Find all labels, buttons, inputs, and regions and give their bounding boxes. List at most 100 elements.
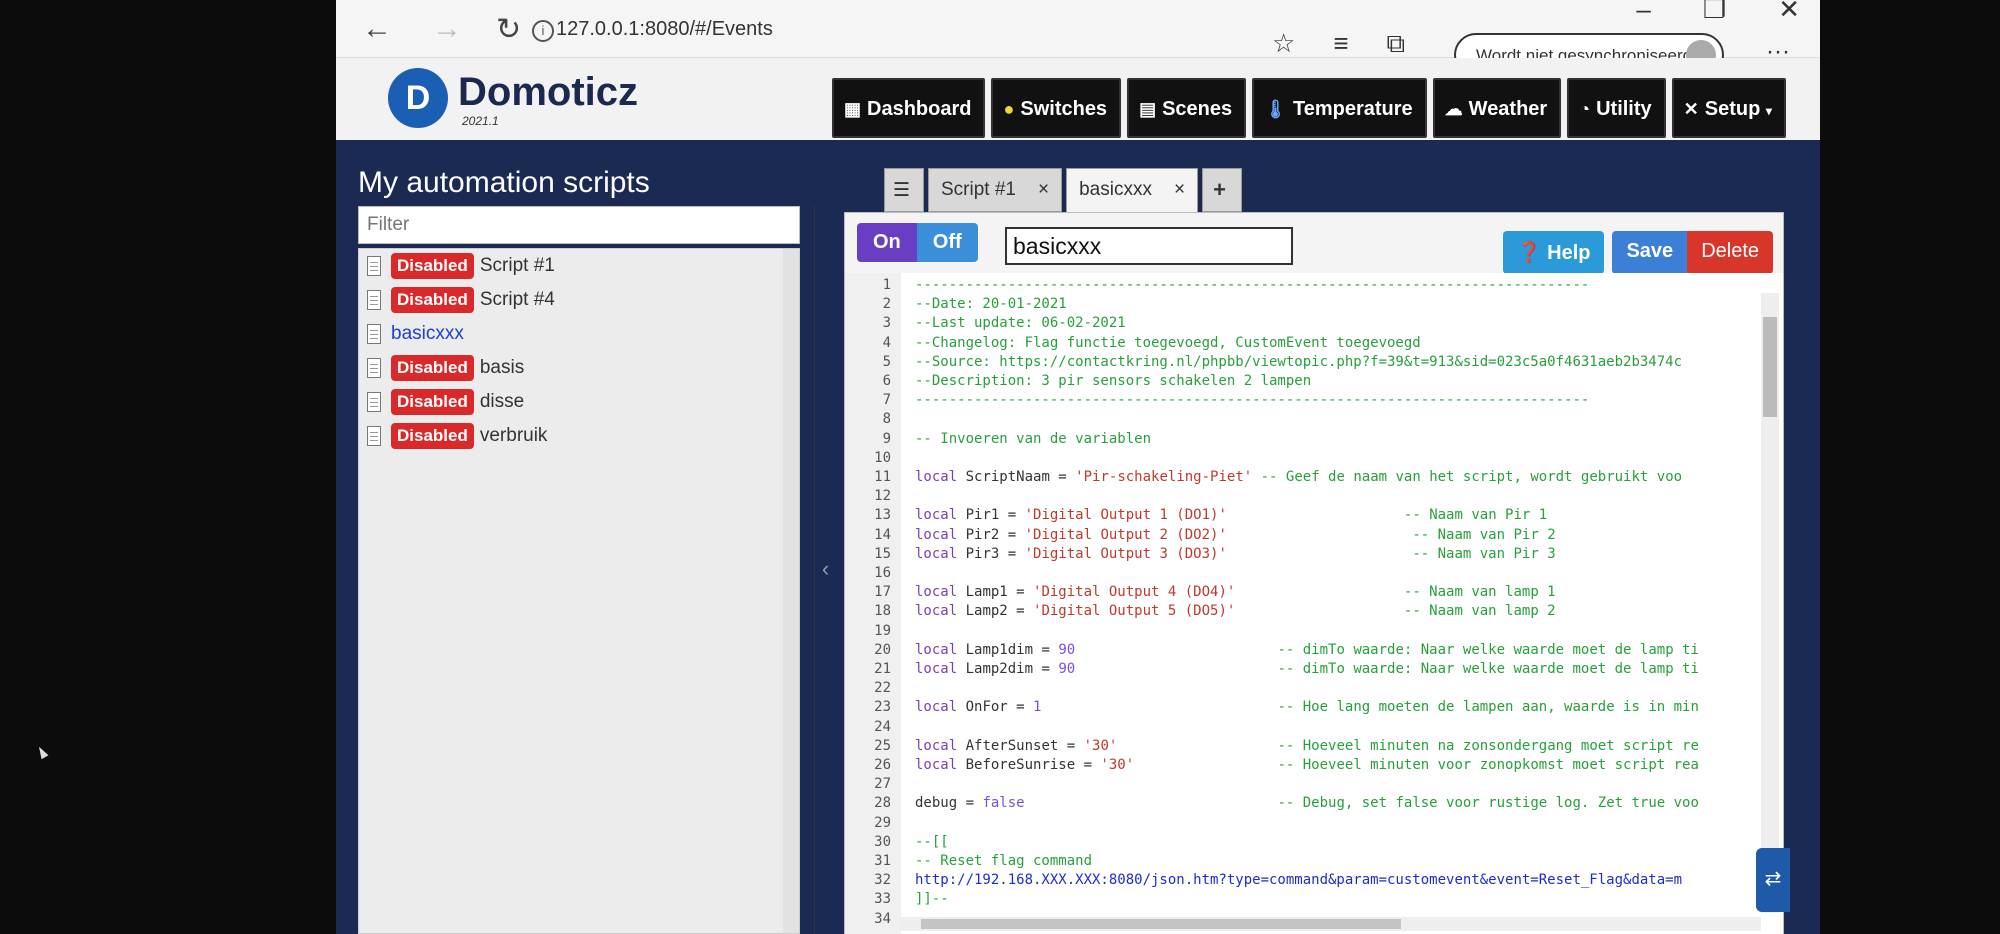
close-icon[interactable]: × <box>1038 179 1049 201</box>
tab-basicxxx[interactable]: basicxxx × <box>1066 168 1199 214</box>
code-line[interactable]: 9 -- Invoeren van de variablen <box>845 431 1783 447</box>
add-tab-button[interactable]: + <box>1202 168 1243 212</box>
code-line[interactable]: 11 local ScriptNaam = 'Pir-schakeling-Pie… <box>845 469 1783 485</box>
code-line[interactable]: 3 --Last update: 06-02-2021 <box>845 315 1783 331</box>
list-item[interactable]: basicxxx <box>359 317 799 351</box>
code-line[interactable]: 31 -- Reset flag command <box>845 853 1783 869</box>
code-line[interactable]: 21 local Lamp2dim = 90 -- dimTo waarde: N… <box>845 661 1783 677</box>
off-button[interactable]: Off <box>916 223 978 262</box>
code-text: local Pir2 = 'Digital Output 2 (DO2)' --… <box>915 526 1556 543</box>
code-line[interactable]: 29 <box>845 815 1783 831</box>
save-button[interactable]: Save <box>1612 231 1688 274</box>
nav-setup[interactable]: ✕ Setup ▾ <box>1671 78 1786 138</box>
code-line[interactable]: 14 local Pir2 = 'Digital Output 2 (DO2)' … <box>845 527 1783 543</box>
code-line[interactable]: 30 --[[ <box>845 834 1783 850</box>
code-text: http://192.168.XXX.XXX:8080/json.htm?typ… <box>915 872 1683 889</box>
code-line[interactable]: 17 local Lamp1 = 'Digital Output 4 (DO4)'… <box>845 584 1783 600</box>
code-line[interactable]: 10 <box>845 450 1783 466</box>
nav-weather[interactable]: ☁ Weather <box>1432 78 1562 138</box>
code-text: -- Reset flag command <box>915 853 1093 869</box>
back-icon[interactable]: ← <box>362 12 392 46</box>
close-window-icon[interactable]: ✕ <box>1778 0 1800 25</box>
list-scrollbar[interactable] <box>783 249 799 933</box>
on-button[interactable]: On <box>857 223 917 262</box>
add-favorite-icon[interactable]: ☆ <box>1272 28 1295 60</box>
nav-utility[interactable]: ◔ Utility <box>1567 78 1666 138</box>
code-line[interactable]: 27 <box>845 776 1783 792</box>
code-line[interactable]: 4 --Changelog: Flag functie toegevoegd, C… <box>845 335 1783 351</box>
line-number: 13 <box>874 507 891 524</box>
close-icon[interactable]: × <box>1174 179 1185 203</box>
code-line[interactable]: 18 local Lamp2 = 'Digital Output 5 (DO5)'… <box>845 603 1783 619</box>
code-line[interactable]: 33]]-- <box>845 891 1783 907</box>
nav-switches[interactable]: ● Switches <box>991 78 1122 138</box>
address-bar[interactable]: 127.0.0.1:8080/#/Events <box>556 18 773 41</box>
plus-icon: + <box>1213 177 1226 202</box>
collapse-icon[interactable]: ‹ <box>822 556 829 581</box>
filter-input[interactable] <box>358 206 800 244</box>
code-text: --Last update: 06-02-2021 <box>915 315 1126 332</box>
script-list: Disabled Script #1 Disabled Script #4 ba… <box>358 248 800 934</box>
code-line[interactable]: 26 local BeforeSunrise = '30' -- Hoeveel … <box>845 757 1783 773</box>
code-line[interactable]: 7 ---------------------------------------… <box>845 392 1783 408</box>
chevron-down-icon: ▾ <box>1765 104 1772 118</box>
line-number: 26 <box>874 757 891 773</box>
code-line[interactable]: 23 local OnFor = 1 -- Hoe lang moeten de … <box>845 699 1783 715</box>
code-line[interactable]: 1 ---------------------------------------… <box>845 277 1783 293</box>
delete-button[interactable]: Delete <box>1687 231 1773 274</box>
document-icon <box>367 426 381 446</box>
code-line[interactable]: 28 debug = false -- Debug, set false voor… <box>845 795 1783 811</box>
nav-scenes[interactable]: ▤ Scenes <box>1127 78 1247 138</box>
line-number: 15 <box>874 545 891 562</box>
line-number: 8 <box>882 411 891 428</box>
list-item[interactable]: Disabled Script #1 <box>359 249 799 283</box>
list-item[interactable]: Disabled basis <box>359 351 799 385</box>
code-editor[interactable]: 1 ---------------------------------------… <box>845 273 1783 934</box>
site-info-icon[interactable]: i <box>532 20 554 42</box>
line-number: 24 <box>874 718 891 735</box>
code-line[interactable]: 24 <box>845 719 1783 735</box>
code-line[interactable]: 6 --Description: 3 pir sensors schakelen … <box>845 373 1783 389</box>
list-item[interactable]: Disabled Script #4 <box>359 283 799 317</box>
screen: – ❐ ✕ ← → ↻ i 127.0.0.1:8080/#/Events ☆ … <box>336 0 1820 934</box>
minimize-icon[interactable]: – <box>1636 0 1650 25</box>
code-text: ----------------------------------------… <box>915 392 1590 409</box>
code-line[interactable]: 16 <box>845 565 1783 581</box>
collections-icon[interactable]: ⧉ <box>1386 28 1405 60</box>
forward-icon[interactable]: → <box>432 12 462 46</box>
bulb-icon: ● <box>1003 99 1015 119</box>
code-line[interactable]: 32 http://192.168.XXX.XXX:8080/json.htm?t… <box>845 872 1783 888</box>
list-item[interactable]: Disabled verbruik <box>359 419 799 453</box>
teamviewer-icon[interactable]: ⇄ <box>1756 848 1790 912</box>
line-number: 25 <box>874 737 891 754</box>
list-item[interactable]: Disabled disse <box>359 385 799 419</box>
code-line[interactable]: 25 local AfterSunset = '30' -- Hoeveel mi… <box>845 738 1783 754</box>
code-line[interactable]: 15 local Pir3 = 'Digital Output 3 (DO3)' … <box>845 546 1783 562</box>
script-name-input[interactable] <box>1005 227 1293 265</box>
favorites-icon[interactable]: ≡ <box>1333 28 1348 60</box>
tab-script-1[interactable]: Script #1 × <box>928 168 1063 212</box>
gauge-icon: ◔ <box>1579 99 1591 119</box>
code-line[interactable]: 8 <box>845 411 1783 427</box>
code-line[interactable]: 13 local Pir1 = 'Digital Output 1 (DO1)' … <box>845 507 1783 523</box>
code-line[interactable]: 5 --Source: https://contactkring.nl/phpbb… <box>845 354 1783 370</box>
nav-temperature[interactable]: 🌡 Temperature <box>1252 78 1427 138</box>
code-line[interactable]: 19 <box>845 623 1783 639</box>
code-line[interactable]: 20 local Lamp1dim = 90 -- dimTo waarde: N… <box>845 642 1783 658</box>
line-number: 34 <box>874 910 891 927</box>
script-name: disse <box>479 391 525 412</box>
list-icon: ☰ <box>893 180 911 201</box>
line-number: 10 <box>874 449 891 466</box>
nav-dashboard[interactable]: ▦ Dashboard <box>832 78 986 138</box>
code-line[interactable]: 12 <box>845 488 1783 504</box>
code-line[interactable]: 2 --Date: 20-01-2021 <box>845 296 1783 312</box>
restore-icon[interactable]: ❐ <box>1703 0 1726 25</box>
refresh-icon[interactable]: ↻ <box>496 12 521 47</box>
code-line[interactable]: 22 <box>845 680 1783 696</box>
panel-splitter[interactable]: ‹ <box>814 206 836 934</box>
help-button[interactable]: ❓ Help <box>1502 231 1605 274</box>
code-line[interactable]: 34 <box>845 911 1783 927</box>
tab-list-button[interactable]: ☰ <box>884 168 924 212</box>
editor-actions: ❓ Help Save Delete <box>1502 231 1773 274</box>
code-text: debug = false -- Debug, set false voor r… <box>915 795 1699 812</box>
